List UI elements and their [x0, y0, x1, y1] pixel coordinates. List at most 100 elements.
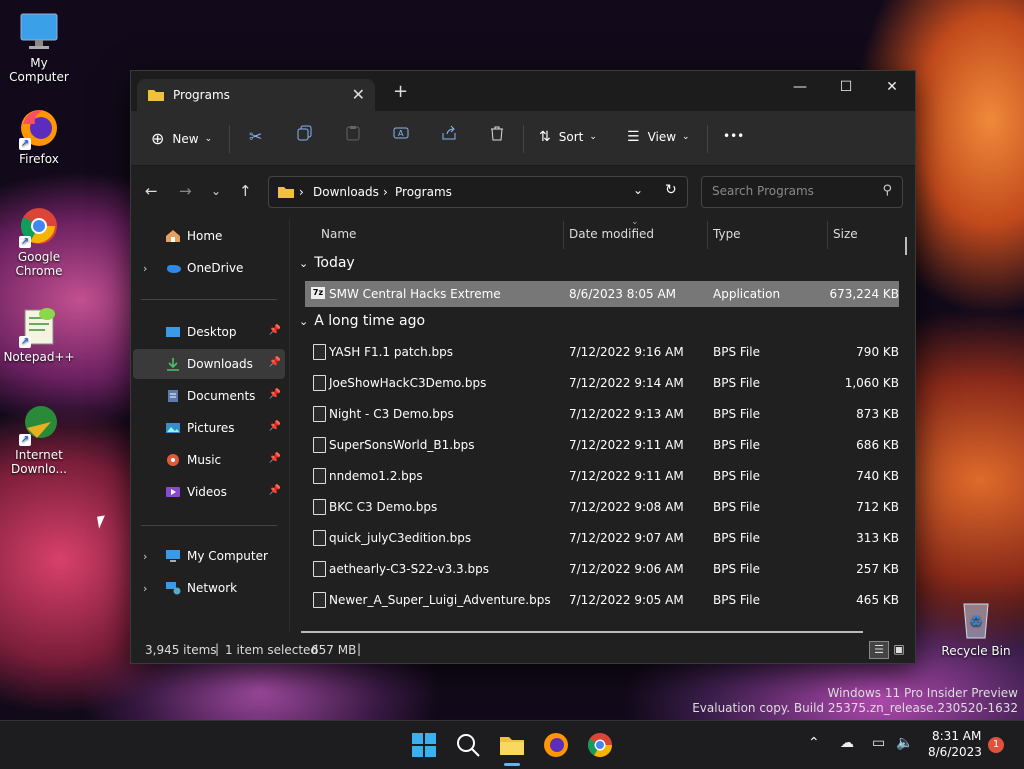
- sidebar-item-my-computer[interactable]: › My Computer: [133, 541, 285, 571]
- column-header-date[interactable]: Date modified: [569, 227, 654, 241]
- forward-arrow-icon[interactable]: →: [179, 182, 192, 200]
- firefox-taskbar-button[interactable]: [542, 731, 570, 759]
- close-tab-icon[interactable]: ✕: [352, 85, 365, 104]
- sidebar-item-label: My Computer: [187, 549, 268, 563]
- paste-icon[interactable]: [345, 125, 361, 141]
- table-row[interactable]: Night - C3 Demo.bps 7/12/2022 9:13 AM BPS …: [305, 401, 899, 427]
- clock-time[interactable]: 8:31 AM: [932, 729, 981, 743]
- sort-button[interactable]: ⇅ Sort ⌄: [539, 129, 597, 145]
- desktop-icon-firefox[interactable]: ↗ Firefox: [0, 106, 78, 166]
- desktop-icon-internet-download[interactable]: ↗ Internet Downlo...: [0, 402, 78, 476]
- more-options-button[interactable]: •••: [723, 129, 744, 143]
- pin-icon[interactable]: 📌: [269, 421, 281, 432]
- view-button[interactable]: ☰ View ⌄: [627, 129, 690, 145]
- sort-button-label: Sort: [558, 130, 584, 144]
- volume-icon[interactable]: 🔈: [896, 735, 913, 751]
- chevron-right-icon[interactable]: ›: [143, 582, 147, 595]
- status-selected: 1 item selected: [225, 643, 319, 657]
- details-view-icon[interactable]: ☰: [869, 641, 889, 659]
- group-header-today[interactable]: ⌄ Today: [299, 255, 355, 271]
- file-date: 8/6/2023 8:05 AM: [569, 287, 677, 301]
- pin-icon[interactable]: 📌: [269, 325, 281, 336]
- table-row[interactable]: nndemo1.2.bps 7/12/2022 9:11 AM BPS File 74…: [305, 463, 899, 489]
- column-header-size[interactable]: Size: [833, 227, 858, 241]
- column-header-type[interactable]: Type: [713, 227, 741, 241]
- close-window-button[interactable]: ✕: [869, 79, 915, 95]
- delete-icon[interactable]: [489, 125, 505, 141]
- table-row[interactable]: Newer_A_Super_Luigi_Adventure.bps 7/12/20…: [305, 587, 899, 613]
- column-divider[interactable]: [563, 221, 564, 249]
- status-divider: |: [357, 642, 362, 656]
- share-icon[interactable]: [441, 125, 457, 141]
- desktop-icon-my-computer[interactable]: My Computer: [0, 10, 78, 84]
- sidebar-item-desktop[interactable]: Desktop 📌: [133, 317, 285, 347]
- group-header-long-ago[interactable]: ⌄ A long time ago: [299, 313, 425, 329]
- new-tab-button[interactable]: +: [393, 83, 408, 101]
- new-button-label: New: [172, 131, 199, 146]
- sidebar-item-label: Documents: [187, 389, 256, 403]
- table-row[interactable]: SuperSonsWorld_B1.bps 7/12/2022 9:11 AM BP…: [305, 432, 899, 458]
- refresh-icon[interactable]: ↻: [665, 182, 677, 198]
- display-icon[interactable]: ▭: [872, 735, 885, 751]
- notification-badge[interactable]: 1: [988, 737, 1004, 753]
- table-row[interactable]: 7z SMW Central Hacks Extreme 8/6/2023 8:…: [305, 281, 899, 307]
- sidebar-item-documents[interactable]: Documents 📌: [133, 381, 285, 411]
- desktop-icon-chrome[interactable]: ↗ Google Chrome: [0, 204, 78, 278]
- horizontal-scrollbar[interactable]: [301, 631, 863, 633]
- up-arrow-icon[interactable]: ↑: [239, 182, 252, 200]
- pin-icon[interactable]: 📌: [269, 389, 281, 400]
- table-row[interactable]: YASH F1.1 patch.bps 7/12/2022 9:16 AM BPS …: [305, 339, 899, 365]
- rename-icon[interactable]: A: [393, 125, 409, 141]
- pin-icon[interactable]: 📌: [269, 453, 281, 464]
- column-divider[interactable]: [707, 221, 708, 249]
- chevron-right-icon[interactable]: ›: [143, 262, 147, 275]
- tab-programs[interactable]: Programs ✕: [137, 79, 375, 111]
- file-size: 790 KB: [856, 345, 899, 359]
- show-hidden-icons-chevron[interactable]: ⌃: [808, 735, 820, 751]
- pin-icon[interactable]: 📌: [269, 485, 281, 496]
- pane-divider[interactable]: [289, 219, 290, 631]
- sidebar-item-videos[interactable]: Videos 📌: [133, 477, 285, 507]
- minimize-button[interactable]: —: [777, 79, 823, 95]
- vertical-scrollbar[interactable]: [905, 237, 907, 255]
- back-arrow-icon[interactable]: ←: [145, 182, 158, 200]
- sidebar-item-downloads[interactable]: Downloads 📌: [133, 349, 285, 379]
- file-date: 7/12/2022 9:06 AM: [569, 562, 684, 576]
- table-row[interactable]: aethearly-C3-S22-v3.3.bps 7/12/2022 9:06 …: [305, 556, 899, 582]
- sidebar-item-pictures[interactable]: Pictures 📌: [133, 413, 285, 443]
- sidebar-item-music[interactable]: Music 📌: [133, 445, 285, 475]
- new-button[interactable]: ⊕ New ⌄: [151, 129, 212, 148]
- start-button[interactable]: [410, 731, 438, 759]
- address-dropdown-icon[interactable]: ⌄: [633, 183, 643, 197]
- cut-icon[interactable]: ✂: [249, 127, 262, 146]
- address-bar[interactable]: › Downloads › Programs ⌄ ↻: [268, 176, 688, 208]
- file-explorer-taskbar-button[interactable]: [498, 731, 526, 766]
- table-row[interactable]: JoeShowHackC3Demo.bps 7/12/2022 9:14 AM BP…: [305, 370, 899, 396]
- recent-chevron-icon[interactable]: ⌄: [211, 184, 221, 198]
- shortcut-arrow-icon: ↗: [19, 336, 31, 348]
- chevron-right-icon[interactable]: ›: [143, 550, 147, 563]
- desktop-icon-notepadpp[interactable]: ↗ Notepad++: [0, 304, 78, 364]
- file-explorer-window: Programs ✕ + — ☐ ✕ ⊕ New ⌄ ✂ A ⇅ Sort ⌄ …: [130, 70, 916, 664]
- copy-icon[interactable]: [297, 125, 313, 141]
- desktop-icon-recycle-bin[interactable]: ♻ Recycle Bin: [936, 598, 1016, 658]
- sidebar-item-home[interactable]: Home: [133, 221, 285, 251]
- breadcrumb-downloads[interactable]: Downloads: [313, 185, 379, 199]
- clock-date[interactable]: 8/6/2023: [928, 745, 982, 759]
- sidebar-item-network[interactable]: › Network: [133, 573, 285, 603]
- column-divider[interactable]: [827, 221, 828, 249]
- search-box[interactable]: ⚲: [701, 176, 903, 208]
- pin-icon[interactable]: 📌: [269, 357, 281, 368]
- breadcrumb-programs[interactable]: Programs: [395, 185, 452, 199]
- tiles-view-icon[interactable]: ▣: [891, 641, 907, 657]
- maximize-button[interactable]: ☐: [823, 79, 869, 95]
- network-off-icon[interactable]: ☁: [840, 735, 854, 751]
- chrome-taskbar-button[interactable]: [586, 731, 614, 759]
- table-row[interactable]: quick_julyC3edition.bps 7/12/2022 9:07 AM…: [305, 525, 899, 551]
- column-header-name[interactable]: Name: [321, 227, 356, 241]
- sidebar-item-onedrive[interactable]: › OneDrive: [133, 253, 285, 283]
- table-row[interactable]: BKC C3 Demo.bps 7/12/2022 9:08 AM BPS File…: [305, 494, 899, 520]
- search-input[interactable]: [710, 183, 874, 199]
- search-taskbar-button[interactable]: [454, 731, 482, 759]
- search-icon: [457, 734, 480, 757]
